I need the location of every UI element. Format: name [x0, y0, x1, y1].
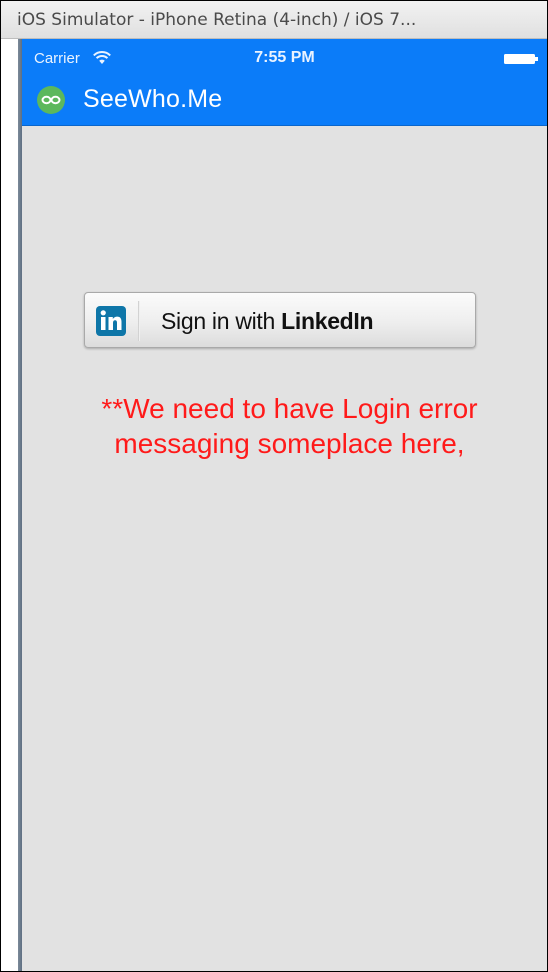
- navigation-bar: SeeWho.Me: [22, 77, 547, 126]
- sign-in-with-linkedin-button[interactable]: Sign in with LinkedIn: [84, 292, 476, 348]
- error-message-line-1: **We need to have Login error: [101, 393, 478, 424]
- sign-in-prefix: Sign in with: [161, 308, 282, 334]
- sign-in-button-label: Sign in with LinkedIn: [161, 308, 374, 335]
- infinity-logo-icon: [37, 86, 65, 114]
- button-divider: [138, 301, 140, 341]
- app-title: SeeWho.Me: [83, 85, 223, 113]
- simulator-window: iOS Simulator - iPhone Retina (4-inch) /…: [0, 0, 548, 972]
- simulator-title: iOS Simulator - iPhone Retina (4-inch) /…: [17, 10, 417, 30]
- linkedin-brand-text: LinkedIn: [281, 308, 374, 334]
- simulator-title-bar[interactable]: iOS Simulator - iPhone Retina (4-inch) /…: [1, 1, 547, 39]
- error-message-line-2: messaging someplace here,: [114, 428, 465, 459]
- linkedin-icon: [96, 306, 126, 336]
- status-bar: Carrier 7:55 PM: [22, 39, 547, 77]
- device-screen: Carrier 7:55 PM SeeWho.Me Sign in with L…: [22, 39, 547, 971]
- window-left-edge: [1, 39, 22, 971]
- battery-icon: [504, 54, 538, 64]
- status-time: 7:55 PM: [254, 49, 315, 66]
- login-error-message: **We need to have Login error messaging …: [22, 391, 547, 461]
